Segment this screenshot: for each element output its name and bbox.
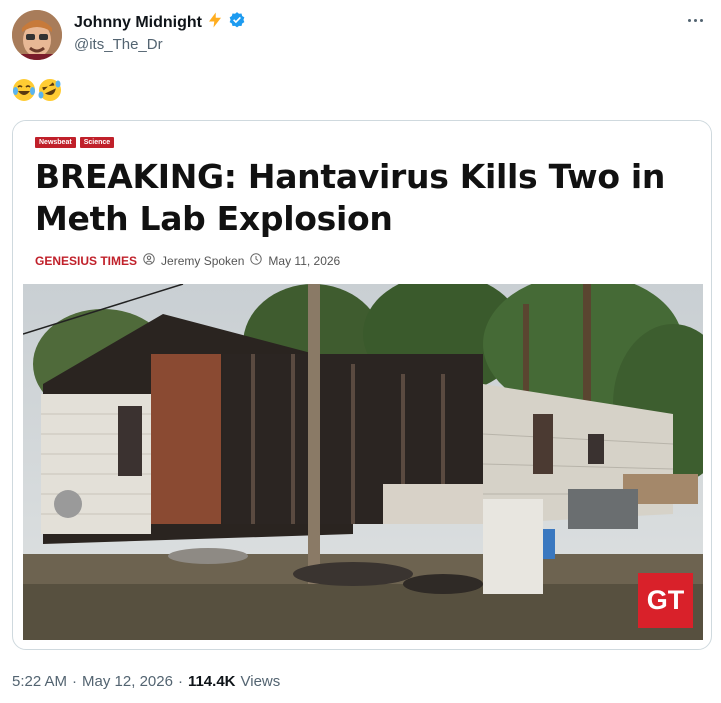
tears-of-joy-emoji-icon — [12, 78, 36, 107]
meta-separator: · — [177, 673, 183, 690]
post-date[interactable]: May 12, 2026 — [82, 673, 173, 690]
post-text: 😂🤣 — [12, 78, 62, 107]
article-photo: GT — [23, 284, 703, 640]
article-byline: GENESIUS TIMES Jeremy Spoken May 11, 202… — [35, 253, 340, 268]
author-icon — [143, 253, 155, 268]
views-label: Views — [240, 673, 281, 690]
post-time[interactable]: 5:22 AM — [12, 673, 67, 690]
avatar[interactable] — [12, 10, 62, 60]
verified-badge-icon[interactable] — [228, 11, 246, 34]
view-count[interactable]: 114.4K — [188, 673, 236, 690]
author-name-row: Johnny Midnight — [74, 11, 246, 34]
author-display-name[interactable]: Johnny Midnight — [74, 14, 202, 32]
article-author: Jeremy Spoken — [161, 253, 245, 268]
rolling-laughing-emoji-icon — [38, 78, 62, 107]
tag-science: Science — [79, 137, 115, 148]
article-card[interactable]: Newsbeat Science BREAKING: Hantavirus Ki… — [12, 120, 712, 650]
post-meta: 5:22 AM · May 12, 2026 · 114.4K Views — [12, 673, 280, 690]
article-headline: BREAKING: Hantavirus Kills Two in Meth L… — [35, 157, 666, 238]
meta-separator: · — [72, 673, 78, 690]
article-tags: Newsbeat Science — [35, 137, 115, 148]
more-options-icon[interactable] — [683, 10, 707, 30]
article-outlet: GENESIUS TIMES — [35, 253, 138, 268]
tag-newsbeat: Newsbeat — [35, 137, 76, 148]
lightning-icon — [206, 11, 224, 34]
clock-icon — [250, 253, 263, 268]
author-handle[interactable]: @its_The_Dr — [74, 36, 163, 53]
article-date: May 11, 2026 — [268, 253, 341, 268]
gt-logo-badge: GT — [638, 573, 693, 628]
article-header: Newsbeat Science BREAKING: Hantavirus Ki… — [13, 121, 711, 283]
